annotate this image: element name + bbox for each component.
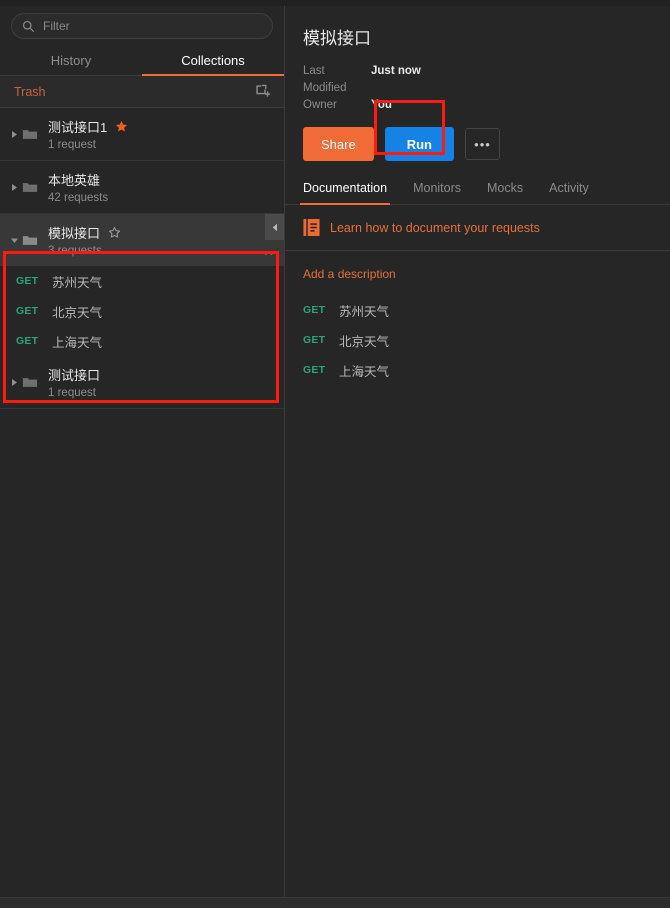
postman-window: History Collections Trash	[0, 0, 670, 908]
collection-header[interactable]: 模拟接口 3 requests •••	[0, 214, 284, 266]
request-name: 苏州天气	[52, 275, 103, 290]
chevron-down-icon[interactable]	[8, 237, 20, 244]
star-filled-icon[interactable]	[115, 120, 128, 133]
collection-name: 模拟接口	[48, 226, 101, 241]
collection-name: 本地英雄	[48, 173, 101, 188]
add-description-link[interactable]: Add a description	[303, 267, 396, 281]
search-box[interactable]	[11, 13, 273, 39]
collection-requests: GET 苏州天气 GET 北京天气 GET 上海天气	[0, 266, 284, 356]
folder-icon	[22, 378, 38, 387]
request-method: GET	[303, 304, 326, 316]
star-outline-icon[interactable]	[108, 226, 121, 239]
documentation-book-icon	[303, 219, 320, 236]
request-name: 上海天气	[339, 364, 390, 379]
page-title: 模拟接口	[303, 29, 371, 48]
window-status-bar	[0, 897, 670, 908]
collection-request-count: 1 request	[48, 139, 96, 151]
ellipsis-icon: •••	[263, 244, 281, 260]
request-name: 苏州天气	[339, 304, 390, 319]
collection-request-count: 3 requests	[48, 245, 102, 257]
trash-link[interactable]: Trash	[14, 85, 255, 99]
collection-more-actions-button[interactable]: •••	[260, 238, 284, 266]
sidebar-tabs: History Collections	[0, 45, 284, 76]
chevron-right-icon[interactable]	[8, 378, 20, 387]
collection-text: 本地英雄 42 requests	[48, 170, 284, 204]
folder-icon	[22, 130, 38, 139]
request-row[interactable]: GET 北京天气	[303, 325, 652, 355]
collection-meta: Last Modified Just now Owner You	[303, 63, 652, 114]
filter-container	[0, 6, 284, 45]
request-row[interactable]: GET 上海天气	[303, 355, 652, 385]
collections-list: 测试接口1 1 request 本地英雄 42 requests 模拟接口 3 …	[0, 108, 284, 897]
collection-item: 测试接口 1 request	[0, 356, 284, 409]
description-row: Add a description	[285, 251, 670, 291]
main-tabs: Documentation Monitors Mocks Activity	[285, 177, 670, 205]
tab-history[interactable]: History	[0, 45, 142, 75]
request-row[interactable]: GET 北京天气	[0, 296, 284, 326]
folder-icon	[22, 236, 38, 245]
learn-documentation-banner: Learn how to document your requests	[285, 205, 670, 251]
tab-monitors[interactable]: Monitors	[413, 177, 461, 204]
collection-item: 测试接口1 1 request	[0, 108, 284, 161]
chevron-right-icon[interactable]	[8, 183, 20, 192]
request-row[interactable]: GET 苏州天气	[0, 266, 284, 296]
tab-activity[interactable]: Activity	[549, 177, 589, 204]
run-button[interactable]: Run	[384, 127, 454, 161]
collection-request-count: 1 request	[48, 387, 96, 399]
collection-actions: Share Run •••	[303, 127, 652, 161]
request-method: GET	[16, 275, 39, 287]
tab-mocks[interactable]: Mocks	[487, 177, 523, 204]
meta-value: Just now	[371, 65, 421, 77]
request-name: 上海天气	[52, 335, 103, 350]
collection-more-button[interactable]: •••	[464, 128, 500, 160]
meta-label: Last Modified	[303, 65, 347, 94]
new-collection-icon[interactable]	[255, 83, 272, 100]
folder-icon	[22, 183, 38, 192]
main-panel: 模拟接口 Last Modified Just now Owner You Sh…	[285, 6, 670, 897]
chevron-left-icon	[272, 223, 277, 231]
collection-header[interactable]: 测试接口1 1 request	[0, 108, 284, 160]
trash-row: Trash	[0, 76, 284, 108]
collection-item-selected: 模拟接口 3 requests ••• GET 苏州天气 GET 北京天气 GE…	[0, 214, 284, 356]
request-method: GET	[16, 305, 39, 317]
request-name: 北京天气	[52, 305, 103, 320]
search-input[interactable]	[43, 19, 262, 33]
learn-documentation-link[interactable]: Learn how to document your requests	[330, 221, 540, 235]
collapse-sidebar-button[interactable]	[265, 214, 284, 240]
chevron-right-icon[interactable]	[8, 130, 20, 139]
collection-overview-header: 模拟接口 Last Modified Just now Owner You Sh…	[285, 6, 670, 177]
request-method: GET	[16, 335, 39, 347]
search-icon	[22, 20, 34, 32]
request-row[interactable]: GET 上海天气	[0, 326, 284, 356]
window-body: History Collections Trash	[0, 6, 670, 897]
request-name: 北京天气	[339, 334, 390, 349]
request-row[interactable]: GET 苏州天气	[303, 295, 652, 325]
tab-documentation[interactable]: Documentation	[299, 177, 391, 205]
collection-name: 测试接口	[48, 368, 101, 383]
meta-label: Owner	[303, 99, 337, 111]
collection-header[interactable]: 测试接口 1 request	[0, 356, 284, 408]
collection-name: 测试接口1	[48, 120, 108, 135]
collection-text: 测试接口1 1 request	[48, 117, 284, 151]
collection-item: 本地英雄 42 requests	[0, 161, 284, 214]
collection-text: 模拟接口 3 requests	[48, 223, 284, 257]
meta-value: You	[371, 99, 392, 111]
share-button[interactable]: Share	[303, 127, 374, 161]
collection-text: 测试接口 1 request	[48, 365, 284, 399]
request-method: GET	[303, 364, 326, 376]
tab-collections[interactable]: Collections	[142, 45, 284, 76]
collection-header[interactable]: 本地英雄 42 requests	[0, 161, 284, 213]
request-method: GET	[303, 334, 326, 346]
sidebar: History Collections Trash	[0, 6, 285, 897]
main-request-list: GET 苏州天气 GET 北京天气 GET 上海天气	[285, 291, 670, 385]
ellipsis-icon: •••	[474, 136, 491, 152]
meta-row: Owner You	[303, 97, 652, 114]
meta-row: Last Modified Just now	[303, 63, 652, 97]
collection-request-count: 42 requests	[48, 192, 109, 204]
